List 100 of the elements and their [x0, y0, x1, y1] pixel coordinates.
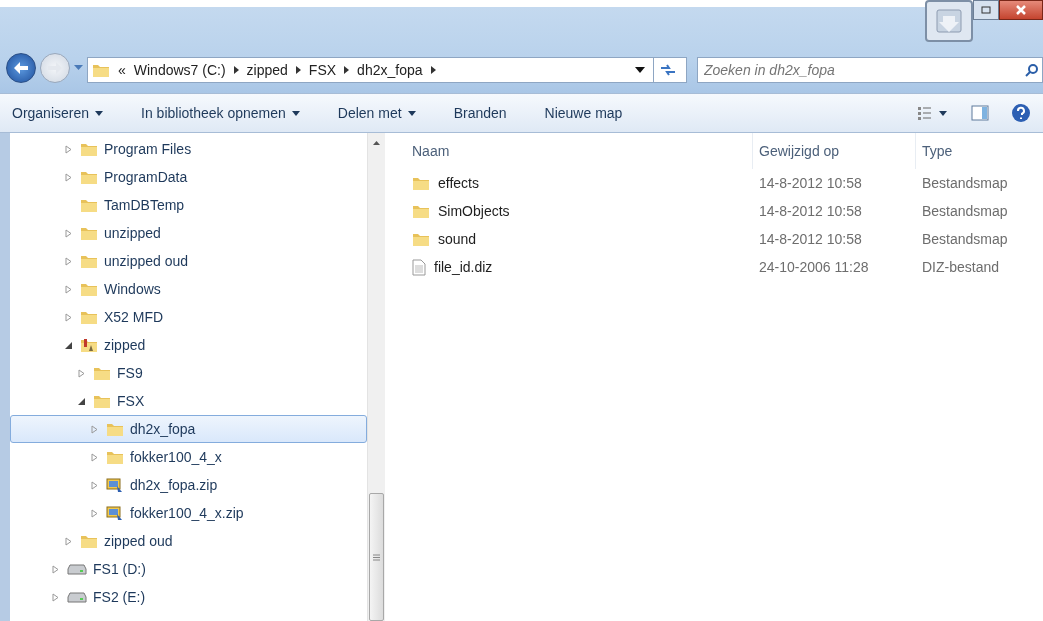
back-button[interactable]	[6, 53, 36, 83]
folder-icon	[92, 62, 110, 78]
tree-item[interactable]: FSX	[10, 387, 367, 415]
back-arrow-icon	[13, 61, 29, 75]
collapsed-arrow-icon[interactable]	[52, 564, 60, 574]
folder-icon	[106, 421, 124, 437]
overflow-chevron[interactable]: «	[118, 62, 126, 78]
expanded-arrow-icon[interactable]	[78, 396, 86, 406]
maximize-icon	[981, 6, 991, 14]
folder-icon	[106, 449, 124, 465]
help-icon[interactable]	[1011, 103, 1031, 123]
tree-item[interactable]: Program Files	[10, 135, 367, 163]
folder-icon	[412, 175, 430, 191]
collapsed-arrow-icon[interactable]	[52, 592, 60, 602]
table-cell-text: 14-8-2012 10:58	[758, 174, 863, 193]
breadcrumb-arrow-icon[interactable]	[344, 66, 350, 74]
tree-item[interactable]: zipped	[10, 331, 367, 359]
column-header[interactable]: Gewijzigd op	[752, 133, 915, 169]
collapsed-arrow-icon[interactable]	[65, 284, 73, 294]
breadcrumb-arrow-icon[interactable]	[430, 66, 436, 74]
file-name-cell[interactable]: effects	[412, 169, 752, 197]
file-name-cell[interactable]: sound	[412, 225, 752, 253]
breadcrumb-arrow-icon[interactable]	[233, 66, 239, 74]
folder-icon	[80, 225, 98, 241]
dropdown-icon[interactable]	[635, 67, 645, 73]
column-header[interactable]: Naam	[412, 133, 752, 169]
collapsed-arrow-icon[interactable]	[91, 480, 99, 490]
address-bar[interactable]: « Windows7 (C:) zipped FSX dh2x_fopa	[87, 57, 687, 83]
collapsed-arrow-icon[interactable]	[78, 368, 86, 378]
folder-icon	[412, 231, 430, 247]
toolbar-button[interactable]: Branden	[453, 101, 507, 125]
table-cell-text: DIZ-bestand	[921, 258, 1001, 277]
tree-item[interactable]: TamDBTemp	[10, 191, 367, 219]
maximize-button[interactable]	[973, 0, 999, 20]
folder-icon	[80, 309, 98, 325]
collapsed-arrow-icon[interactable]	[65, 144, 73, 154]
collapsed-arrow-icon[interactable]	[91, 452, 99, 462]
folder-icon	[80, 253, 98, 269]
folder-icon	[80, 197, 98, 213]
tree-item[interactable]: ProgramData	[10, 163, 367, 191]
tree-item[interactable]: dh2x_fopa	[10, 415, 367, 443]
toolbar-button[interactable]: Delen met	[337, 101, 416, 125]
tree-item[interactable]: FS1 (D:)	[10, 555, 367, 583]
tree-item[interactable]: dh2x_fopa.zip	[10, 471, 367, 499]
file-name-cell[interactable]: file_id.diz	[412, 253, 752, 281]
archive-icon	[106, 477, 124, 493]
breadcrumb[interactable]: zipped	[246, 62, 288, 78]
tree-item[interactable]: fokker100_4_x	[10, 443, 367, 471]
caret-icon	[95, 110, 104, 116]
column-header[interactable]: Type	[915, 133, 1043, 169]
collapsed-arrow-icon[interactable]	[91, 508, 99, 518]
toolbar-button[interactable]: In bibliotheek opnemen	[141, 101, 300, 125]
tree-item[interactable]: FS9	[10, 359, 367, 387]
folder-icon	[412, 203, 430, 219]
collapsed-arrow-icon[interactable]	[65, 536, 73, 546]
folder-icon	[80, 281, 98, 297]
collapsed-arrow-icon[interactable]	[91, 424, 99, 434]
tree-item[interactable]: unzipped oud	[10, 247, 367, 275]
table-cell-text: Bestandsmap	[921, 230, 1009, 249]
preview-pane-icon[interactable]	[971, 105, 989, 121]
collapsed-arrow-icon[interactable]	[65, 312, 73, 322]
scroll-up-icon[interactable]	[373, 141, 380, 145]
folder-icon	[93, 365, 111, 381]
breadcrumb-arrow-icon[interactable]	[295, 66, 301, 74]
breadcrumb[interactable]: dh2x_fopa	[357, 62, 423, 78]
expanded-arrow-icon[interactable]	[65, 340, 73, 350]
caret-icon	[407, 110, 416, 116]
tree-item[interactable]: fokker100_4_x.zip	[10, 499, 367, 527]
caret-icon	[291, 110, 300, 116]
archive-icon	[106, 505, 124, 521]
collapsed-arrow-icon[interactable]	[65, 256, 73, 266]
file-name-cell[interactable]: SimObjects	[412, 197, 752, 225]
tree-item[interactable]: X52 MFD	[10, 303, 367, 331]
zip-folder-icon	[80, 337, 98, 353]
refresh-icon[interactable]	[659, 63, 677, 77]
toolbar-button[interactable]: Nieuwe map	[544, 101, 623, 125]
breadcrumb[interactable]: Windows7 (C:)	[133, 62, 226, 78]
folder-icon	[80, 533, 98, 549]
close-icon	[1015, 5, 1027, 15]
search-icon[interactable]	[1025, 63, 1039, 77]
scrollbar-thumb[interactable]	[369, 493, 384, 621]
folder-icon	[80, 169, 98, 185]
tree-item[interactable]: FS2 (E:)	[10, 583, 367, 611]
toolbar-button[interactable]: Organiseren	[12, 101, 104, 125]
search-field[interactable]: Zoeken in dh2x_fopa	[697, 57, 1043, 83]
breadcrumb[interactable]: FSX	[308, 62, 337, 78]
table-cell-text: 24-10-2006 11:28	[758, 258, 870, 277]
file-icon	[412, 258, 426, 276]
folder-icon	[93, 393, 111, 409]
view-options-icon[interactable]	[917, 106, 949, 120]
close-button[interactable]	[999, 0, 1043, 20]
table-cell-text: 14-8-2012 10:58	[758, 202, 863, 221]
collapsed-arrow-icon[interactable]	[65, 228, 73, 238]
tree-item[interactable]: zipped oud	[10, 527, 367, 555]
collapsed-arrow-icon[interactable]	[65, 172, 73, 182]
tree-item[interactable]: Windows	[10, 275, 367, 303]
table-cell-text: Bestandsmap	[921, 202, 1009, 221]
drive-icon	[67, 563, 87, 575]
tree-item[interactable]: unzipped	[10, 219, 367, 247]
table-cell-text: 14-8-2012 10:58	[758, 230, 863, 249]
